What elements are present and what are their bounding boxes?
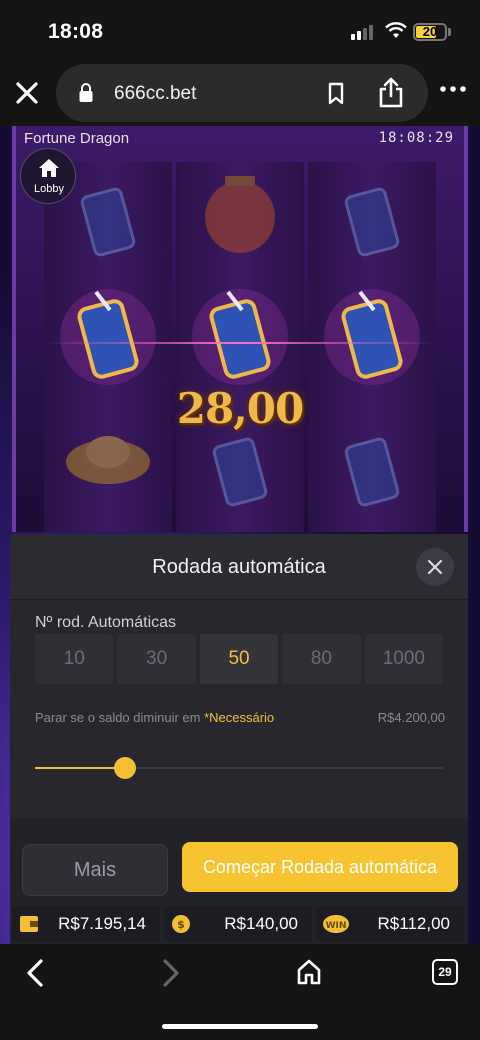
url-field[interactable]: 666cc.bet [56,64,428,122]
slider-fill [35,767,125,769]
more-icon[interactable] [440,84,466,94]
home-icon[interactable] [296,958,322,986]
lobby-button[interactable]: Lobby [20,148,76,204]
rounds-options: 10 30 50 80 1000 [35,634,444,684]
win-badge-icon: WIN [323,915,349,933]
more-button[interactable]: Mais [22,844,168,896]
start-autoplay-button[interactable]: Começar Rodada automática [182,842,458,892]
browser-toolbar: 29 [0,944,480,1040]
round-option-80[interactable]: 80 [282,634,361,684]
round-option-10[interactable]: 10 [35,634,114,684]
url-text: 666cc.bet [114,83,197,104]
wallet-balance: R$7.195,14 [12,906,160,942]
balance-bar: R$7.195,14 $ R$140,00 WIN R$112,00 [12,906,464,942]
share-icon[interactable] [378,76,404,108]
close-icon[interactable] [12,78,42,108]
round-option-1000[interactable]: 1000 [364,634,444,684]
stop-slider[interactable] [35,757,443,779]
lantern-symbol [205,176,275,253]
wallet-icon [20,916,38,932]
auto-spin-panel: Rodada automática Nº rod. Automáticas 10… [10,534,468,944]
reel-1 [44,162,172,532]
drink-cup-symbol [80,187,136,257]
panel-header: Rodada automática [10,534,468,600]
game-title: Fortune Dragon [24,130,130,147]
drink-cup-symbol [192,289,288,385]
round-option-50[interactable]: 50 [199,634,279,684]
drink-cup-symbol [212,437,268,507]
home-icon [39,159,59,177]
bet-amount-value: R$140,00 [224,914,298,933]
lock-icon [79,83,93,102]
cellular-signal-icon [351,24,373,40]
drink-cup-symbol [344,437,400,507]
panel-title: Rodada automática [152,556,326,578]
battery-level: 20 [422,24,438,39]
home-indicator [162,1024,318,1029]
svg-text:$: $ [177,918,185,931]
slider-thumb[interactable] [113,757,136,779]
coins-icon: $ [172,915,190,933]
tabs-button[interactable]: 29 [432,959,458,985]
drink-cup-symbol [60,289,156,385]
win-total: WIN R$112,00 [316,906,464,942]
lobby-label: Lobby [34,183,64,195]
back-icon[interactable] [24,958,46,988]
bookmark-icon[interactable] [326,82,346,106]
reels [44,162,436,532]
reel-3 [308,162,436,532]
wallet-balance-value: R$7.195,14 [58,914,146,933]
round-option-30[interactable]: 30 [117,634,196,684]
game-area: Fortune Dragon 18:08:29 28,00 Lobby Roda… [0,126,480,944]
svg-text:WIN: WIN [326,921,347,931]
stop-condition-label: Parar se o saldo diminuir em *Necessário [35,710,275,725]
status-time: 18:08 [48,20,104,43]
wifi-icon [385,22,407,38]
drink-cup-symbol [344,187,400,257]
rounds-label: Nº rod. Automáticas [35,614,177,631]
reel-2 [176,162,304,532]
drink-cup-symbol [324,289,420,385]
win-amount: 28,00 [176,384,305,433]
battery-icon: 20 [413,23,447,41]
stop-condition-value: R$4.200,00 [377,710,445,725]
panel-close-button[interactable] [416,548,454,586]
win-total-value: R$112,00 [377,914,450,933]
bet-amount[interactable]: $ R$140,00 [164,906,312,942]
close-icon [427,559,443,575]
browser-address-bar: 666cc.bet [0,62,480,126]
required-tag: *Necessário [204,710,275,725]
game-clock: 18:08:29 [378,130,454,146]
win-line [44,342,436,344]
status-bar: 18:08 20 [0,0,480,62]
forward-icon[interactable] [160,958,182,988]
